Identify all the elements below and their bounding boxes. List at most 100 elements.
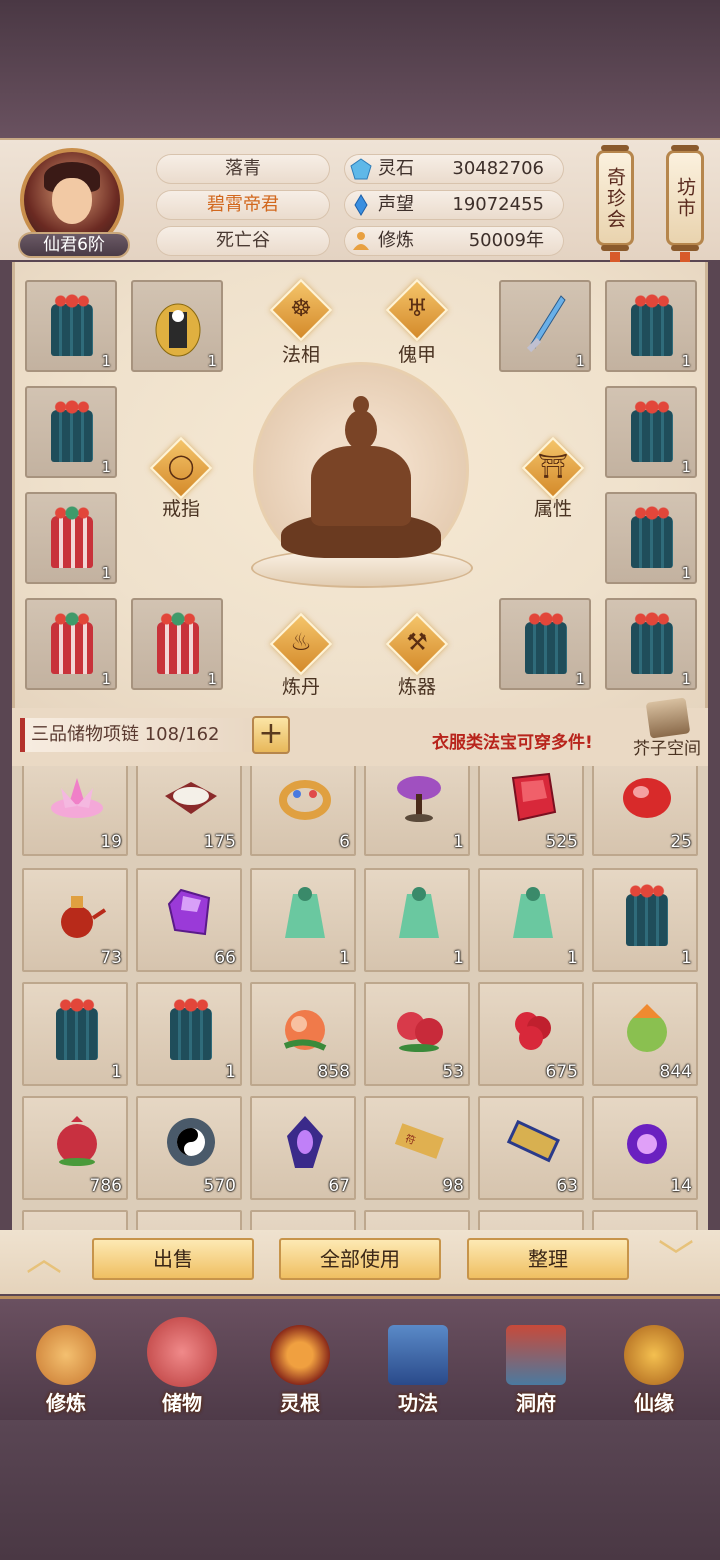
bagua-compass-icon [167, 1118, 215, 1166]
inventory-item[interactable]: 525 [478, 766, 584, 856]
refining-button[interactable]: ⚒ [385, 612, 449, 676]
red-crystal-icon [511, 772, 557, 822]
refining-label: 炼器 [397, 676, 436, 698]
scroll-up-icon[interactable]: ︿ [14, 1241, 74, 1277]
equip-slot[interactable]: 1 [131, 598, 223, 690]
nav-cave-mansion[interactable]: 洞府 [482, 1305, 590, 1421]
anvil-icon: ⚒ [406, 628, 428, 656]
inventory-item[interactable]: 53 [364, 982, 470, 1086]
meditation-icon: ☸ [290, 294, 312, 322]
purple-flame-icon [627, 1124, 667, 1164]
sell-button[interactable]: 出售 [92, 1238, 254, 1280]
equip-slot[interactable]: 1 [25, 280, 117, 372]
red-robe-icon [153, 612, 203, 678]
inventory-item[interactable]: 1 [136, 982, 242, 1086]
inventory-item[interactable]: 1 [364, 868, 470, 972]
blue-robe-icon [627, 506, 677, 572]
inventory-item[interactable]: 1 [592, 868, 698, 972]
ring-label: 戒指 [161, 498, 200, 520]
bag-hint: 衣服类法宝可穿多件! [432, 733, 593, 753]
wine-pot-icon [61, 896, 107, 938]
green-fruit-icon [627, 1004, 667, 1052]
equip-slot[interactable]: 1 [499, 598, 591, 690]
avatar-face [52, 178, 92, 224]
purple-bonsai-icon [397, 776, 441, 822]
equip-slot[interactable]: 1 [605, 386, 697, 478]
inventory-item[interactable]: 175 [136, 766, 242, 856]
cave-mansion-icon [506, 1325, 566, 1385]
bottom-background [0, 1420, 720, 1560]
equip-slot[interactable]: 1 [131, 280, 223, 372]
blue-robe-icon [47, 294, 97, 360]
box-icon [645, 697, 691, 739]
equip-slot[interactable]: 1 [25, 492, 117, 584]
stat-cultivation: 修炼 50009年 [344, 226, 564, 256]
meditating-character-silhouette [271, 390, 451, 566]
inventory-item[interactable]: 符 98 [364, 1096, 470, 1200]
inventory-item[interactable]: 6 [250, 766, 356, 856]
purple-gem-icon [167, 888, 211, 936]
inventory-item[interactable] [364, 1210, 470, 1230]
equip-slot[interactable]: 1 [605, 280, 697, 372]
nav-technique[interactable]: 功法 [364, 1305, 472, 1421]
inventory-item[interactable] [478, 1210, 584, 1230]
inventory-item[interactable]: 786 [22, 1096, 128, 1200]
inventory-item[interactable]: 63 [478, 1096, 584, 1200]
inventory-item[interactable]: 858 [250, 982, 356, 1086]
nav-cultivation[interactable]: 修炼 [12, 1305, 120, 1421]
nav-spirit-root[interactable]: 灵根 [246, 1305, 354, 1421]
inventory-item[interactable]: 67 [250, 1096, 356, 1200]
alchemy-label: 炼丹 [281, 676, 320, 698]
market-button[interactable]: 坊市 [666, 145, 704, 251]
nav-storage[interactable]: 储物 [128, 1305, 236, 1421]
inventory-item[interactable]: 675 [478, 982, 584, 1086]
inventory-item[interactable]: 570 [136, 1096, 242, 1200]
spirit-stone-icon [350, 158, 372, 180]
attributes-button[interactable]: ⛩ [521, 436, 585, 500]
jade-robe-icon [513, 887, 553, 938]
rice-box-icon [165, 782, 217, 814]
prestige-crystal-icon [354, 194, 368, 216]
bag-capacity-label: 三品储物项链 108/162 [20, 718, 250, 752]
blue-robe-icon [627, 294, 677, 360]
hat-icon: ⛩ [537, 452, 569, 480]
inventory-item[interactable] [592, 1210, 698, 1230]
golden-armor-icon [155, 303, 201, 357]
equip-slot[interactable]: 1 [605, 492, 697, 584]
equip-slot[interactable]: 1 [605, 598, 697, 690]
dharma-form-button[interactable]: ☸ [269, 278, 333, 342]
mustard-space-button[interactable]: 芥子空间 [632, 697, 702, 760]
equip-slot[interactable]: 1 [499, 280, 591, 372]
nav-immortal-fate[interactable]: 仙缘 [600, 1305, 708, 1421]
scroll-down-icon[interactable]: ﹀ [646, 1241, 706, 1277]
inventory-item[interactable]: 25 [592, 766, 698, 856]
inventory-item[interactable]: 844 [592, 982, 698, 1086]
inventory-item[interactable]: 1 [22, 982, 128, 1086]
inventory-item[interactable] [250, 1210, 356, 1230]
inventory-item[interactable]: 66 [136, 868, 242, 972]
player-location: 死亡谷 [156, 226, 330, 256]
equip-slot[interactable]: 1 [25, 386, 117, 478]
immortal-fate-icon [624, 1325, 684, 1385]
inventory-item[interactable]: 14 [592, 1096, 698, 1200]
stat-spirit-stone: 灵石 30482706 [344, 154, 564, 184]
inventory-item[interactable] [136, 1210, 242, 1230]
purple-crystal-icon [287, 1116, 323, 1168]
inventory-item[interactable]: 1 [478, 868, 584, 972]
treasure-house-button[interactable]: 奇珍会 [596, 145, 634, 251]
puppet-armor-button[interactable]: ♅ [385, 278, 449, 342]
player-header: 仙君6阶 落青 碧霄帝君 死亡谷 灵石 30482706 声望 19072455… [0, 138, 720, 278]
inventory-item[interactable]: 1 [250, 868, 356, 972]
armor-icon: ♅ [406, 294, 428, 322]
inventory-item[interactable]: 73 [22, 868, 128, 972]
equip-slot[interactable]: 1 [25, 598, 117, 690]
sort-button[interactable]: 整理 [467, 1238, 629, 1280]
use-all-button[interactable]: 全部使用 [279, 1238, 441, 1280]
expand-bag-button[interactable]: + [252, 716, 290, 754]
inventory-item[interactable] [22, 1210, 128, 1230]
jade-robe-icon [285, 887, 325, 938]
ring-button[interactable]: ◯ [149, 436, 213, 500]
inventory-item[interactable]: 19 [22, 766, 128, 856]
alchemy-button[interactable]: ♨ [269, 612, 333, 676]
inventory-item[interactable]: 1 [364, 766, 470, 856]
